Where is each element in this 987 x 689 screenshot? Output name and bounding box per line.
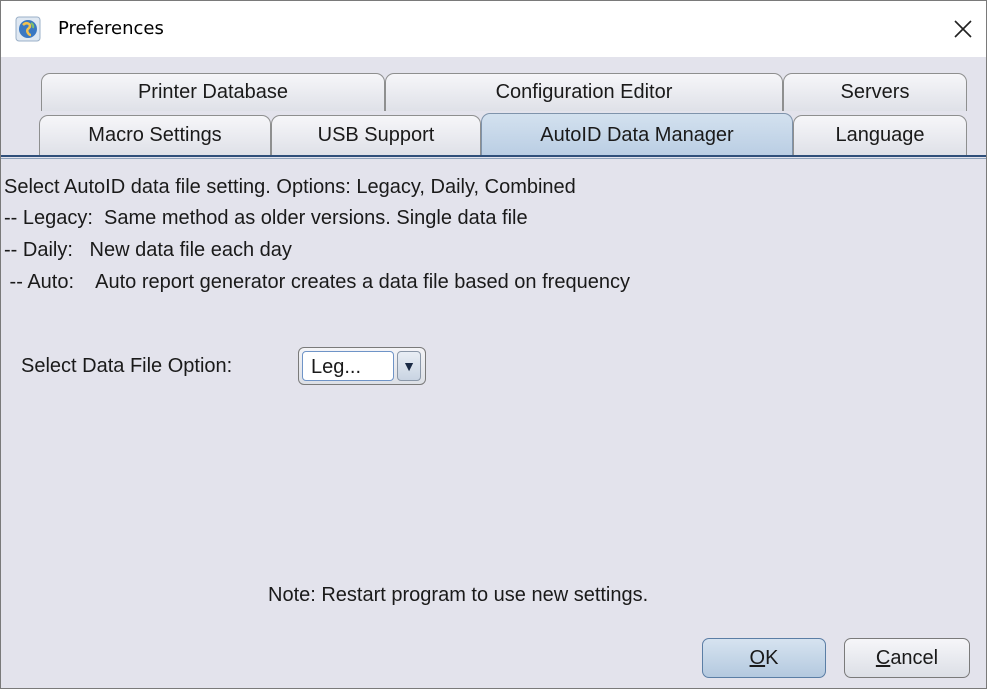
data-file-option-label: Select Data File Option:	[21, 355, 233, 377]
app-globe-icon	[15, 16, 41, 42]
tab-printer-database[interactable]: Printer Database	[41, 73, 385, 111]
ok-label-rest: K	[765, 646, 779, 669]
tab-autoid-data-manager[interactable]: AutoID Data Manager	[481, 113, 793, 157]
select-value: Leg...	[311, 356, 362, 378]
cancel-label-rest: ancel	[890, 646, 939, 669]
tab-servers[interactable]: Servers	[783, 73, 967, 111]
title-bar: Preferences	[1, 1, 986, 57]
description-line-4: -- Auto: Auto report generator creates a…	[4, 271, 630, 293]
close-icon	[954, 20, 972, 38]
tab-configuration-editor[interactable]: Configuration Editor	[385, 73, 783, 111]
preferences-dialog: Preferences Printer Database Configurati…	[0, 0, 987, 689]
window-title: Preferences	[58, 18, 164, 39]
chevron-down-icon[interactable]: ▼	[397, 351, 421, 381]
restart-note: Note: Restart program to use new setting…	[268, 584, 649, 606]
description-line-2: -- Legacy: Same method as older versions…	[4, 207, 528, 229]
ok-mnemonic: O	[749, 646, 766, 669]
description-line-1: Select AutoID data file setting. Options…	[4, 176, 576, 198]
tab-bar: Printer Database Configuration Editor Se…	[1, 57, 986, 167]
close-button[interactable]	[940, 1, 986, 57]
tab-divider	[1, 155, 986, 157]
select-value-box: Leg...	[302, 351, 394, 381]
tab-usb-support[interactable]: USB Support	[271, 115, 481, 155]
data-file-option-select[interactable]: Leg... ▼	[298, 347, 426, 385]
tab-language[interactable]: Language	[793, 115, 967, 155]
tab-divider-shadow	[1, 158, 986, 159]
description-line-3: -- Daily: New data file each day	[4, 239, 292, 261]
cancel-mnemonic: C	[875, 646, 891, 669]
tab-macro-settings[interactable]: Macro Settings	[39, 115, 271, 155]
cancel-button[interactable]: Cancel	[844, 638, 970, 678]
ok-button[interactable]: OK	[702, 638, 826, 678]
